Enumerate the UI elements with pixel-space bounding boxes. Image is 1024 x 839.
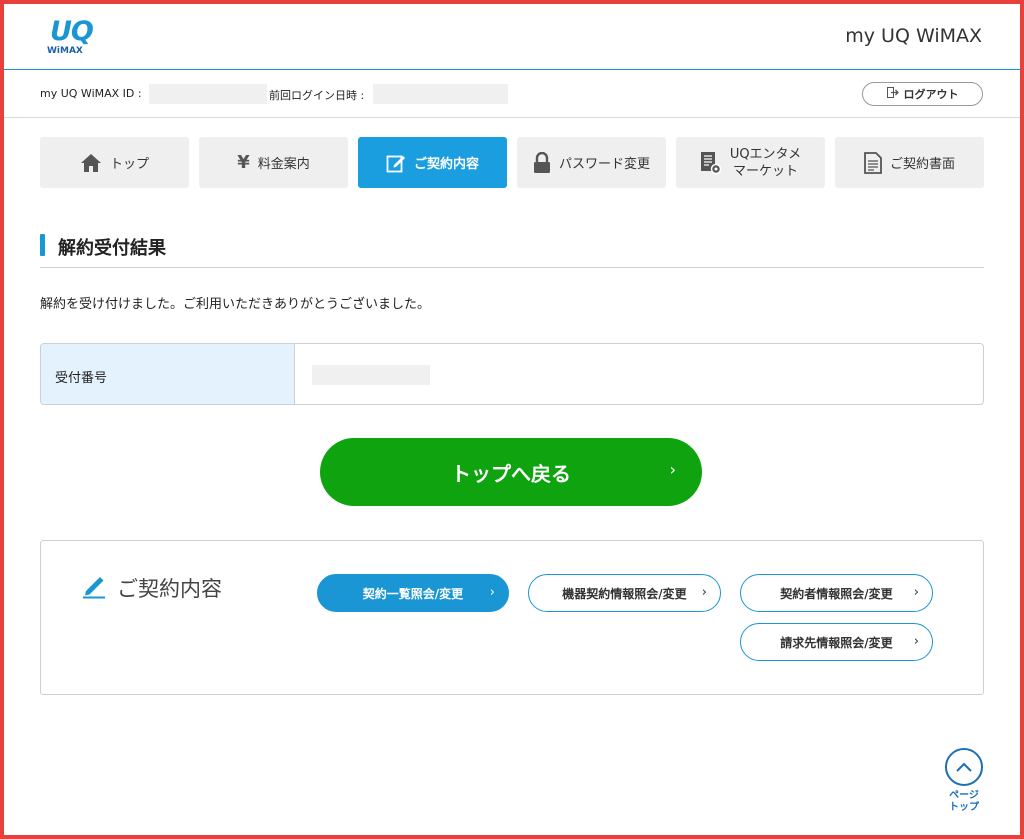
site-header: UQ WiMAX my UQ WiMAX	[4, 4, 1020, 70]
account-id-label: my UQ WiMAX ID :	[40, 87, 142, 100]
chevron-right-icon: ›	[913, 634, 919, 649]
chevron-right-icon: ›	[701, 585, 707, 600]
yen-icon: ¥	[237, 152, 250, 173]
contract-box-title-text: ご契約内容	[117, 576, 222, 601]
receipt-table: 受付番号	[40, 343, 984, 405]
last-login-value-masked	[373, 84, 508, 104]
tab-password[interactable]: パスワード変更	[517, 137, 666, 188]
section-heading: 解約受付結果	[40, 233, 984, 268]
tab-uq-entame-market[interactable]: UQエンタメ マーケット	[676, 137, 825, 188]
tab-contract-label: ご契約内容	[413, 157, 479, 172]
screenshot-frame	[0, 0, 1024, 839]
back-to-top-label: トップへ戻る	[451, 461, 571, 486]
receipt-number-value-masked	[312, 365, 430, 385]
contract-list-button[interactable]: 契約一覧照会/変更 ›	[317, 574, 509, 612]
contract-box-title: ご契約内容	[81, 571, 222, 604]
logo-uq-text: UQ	[50, 16, 94, 47]
device-contract-label: 機器契約情報照会/変更	[562, 586, 687, 601]
contract-holder-button[interactable]: 契約者情報照会/変更 ›	[740, 574, 933, 612]
heading-accent-bar	[40, 234, 45, 256]
logo-wimax-text: WiMAX	[47, 46, 83, 56]
account-info-bar: my UQ WiMAX ID : 前回ログイン日時 : ログアウト	[4, 70, 1020, 118]
device-contract-button[interactable]: 機器契約情報照会/変更 ›	[528, 574, 721, 612]
document-gear-icon	[700, 151, 722, 175]
tab-fees-label: 料金案内	[257, 157, 310, 172]
tab-top[interactable]: トップ	[40, 137, 189, 188]
page-top-label-line1: ページ	[949, 790, 979, 801]
chevron-right-icon: ›	[669, 460, 676, 479]
receipt-number-label: 受付番号	[41, 344, 295, 404]
site-title: my UQ WiMAX	[845, 25, 982, 47]
chevron-up-icon	[945, 748, 983, 786]
receipt-number-cell	[295, 344, 983, 404]
tab-documents[interactable]: ご契約書面	[835, 137, 984, 188]
contract-links-box: ご契約内容 契約一覧照会/変更 › 機器契約情報照会/変更 › 契約者情報照会/…	[40, 540, 984, 695]
lock-icon	[533, 151, 551, 174]
chevron-right-icon: ›	[489, 585, 495, 600]
main-navigation: トップ ¥ 料金案内 ご契約内容 パスワード変更 UQエンタメ マーケット ご契…	[40, 137, 984, 188]
page-top-label-line2: トップ	[949, 802, 979, 813]
tab-documents-label: ご契約書面	[889, 157, 955, 172]
logout-icon	[886, 87, 899, 101]
document-icon	[864, 151, 882, 174]
billing-info-button[interactable]: 請求先情報照会/変更 ›	[740, 623, 933, 661]
tab-fees[interactable]: ¥ 料金案内	[199, 137, 348, 188]
account-id-value-masked	[149, 84, 267, 104]
logout-label: ログアウト	[903, 88, 959, 101]
logout-button[interactable]: ログアウト	[862, 82, 983, 106]
pencil-icon	[81, 571, 107, 604]
billing-info-label: 請求先情報照会/変更	[780, 635, 893, 650]
last-login-label: 前回ログイン日時 :	[269, 89, 365, 102]
page-title: 解約受付結果	[58, 238, 166, 259]
chevron-right-icon: ›	[913, 585, 919, 600]
contract-holder-label: 契約者情報照会/変更	[780, 586, 893, 601]
contract-list-label: 契約一覧照会/変更	[362, 586, 464, 601]
tab-contract[interactable]: ご契約内容	[358, 137, 507, 188]
page-top-button[interactable]: ページ トップ	[940, 748, 988, 823]
tab-market-label-line1: UQエンタメ	[729, 146, 802, 162]
tab-market-label-line2: マーケット	[732, 163, 798, 179]
page-top-label: ページ トップ	[940, 790, 988, 814]
tab-market-label: UQエンタメ マーケット	[730, 146, 801, 180]
tab-top-label: トップ	[109, 157, 149, 172]
back-to-top-button[interactable]: トップへ戻る ›	[320, 438, 702, 506]
edit-document-icon	[386, 153, 406, 173]
home-icon	[80, 153, 102, 173]
uq-wimax-logo[interactable]: UQ WiMAX	[44, 16, 100, 60]
cancellation-message: 解約を受け付けました。ご利用いただきありがとうございました。	[40, 297, 431, 312]
tab-password-label: パスワード変更	[558, 157, 650, 172]
